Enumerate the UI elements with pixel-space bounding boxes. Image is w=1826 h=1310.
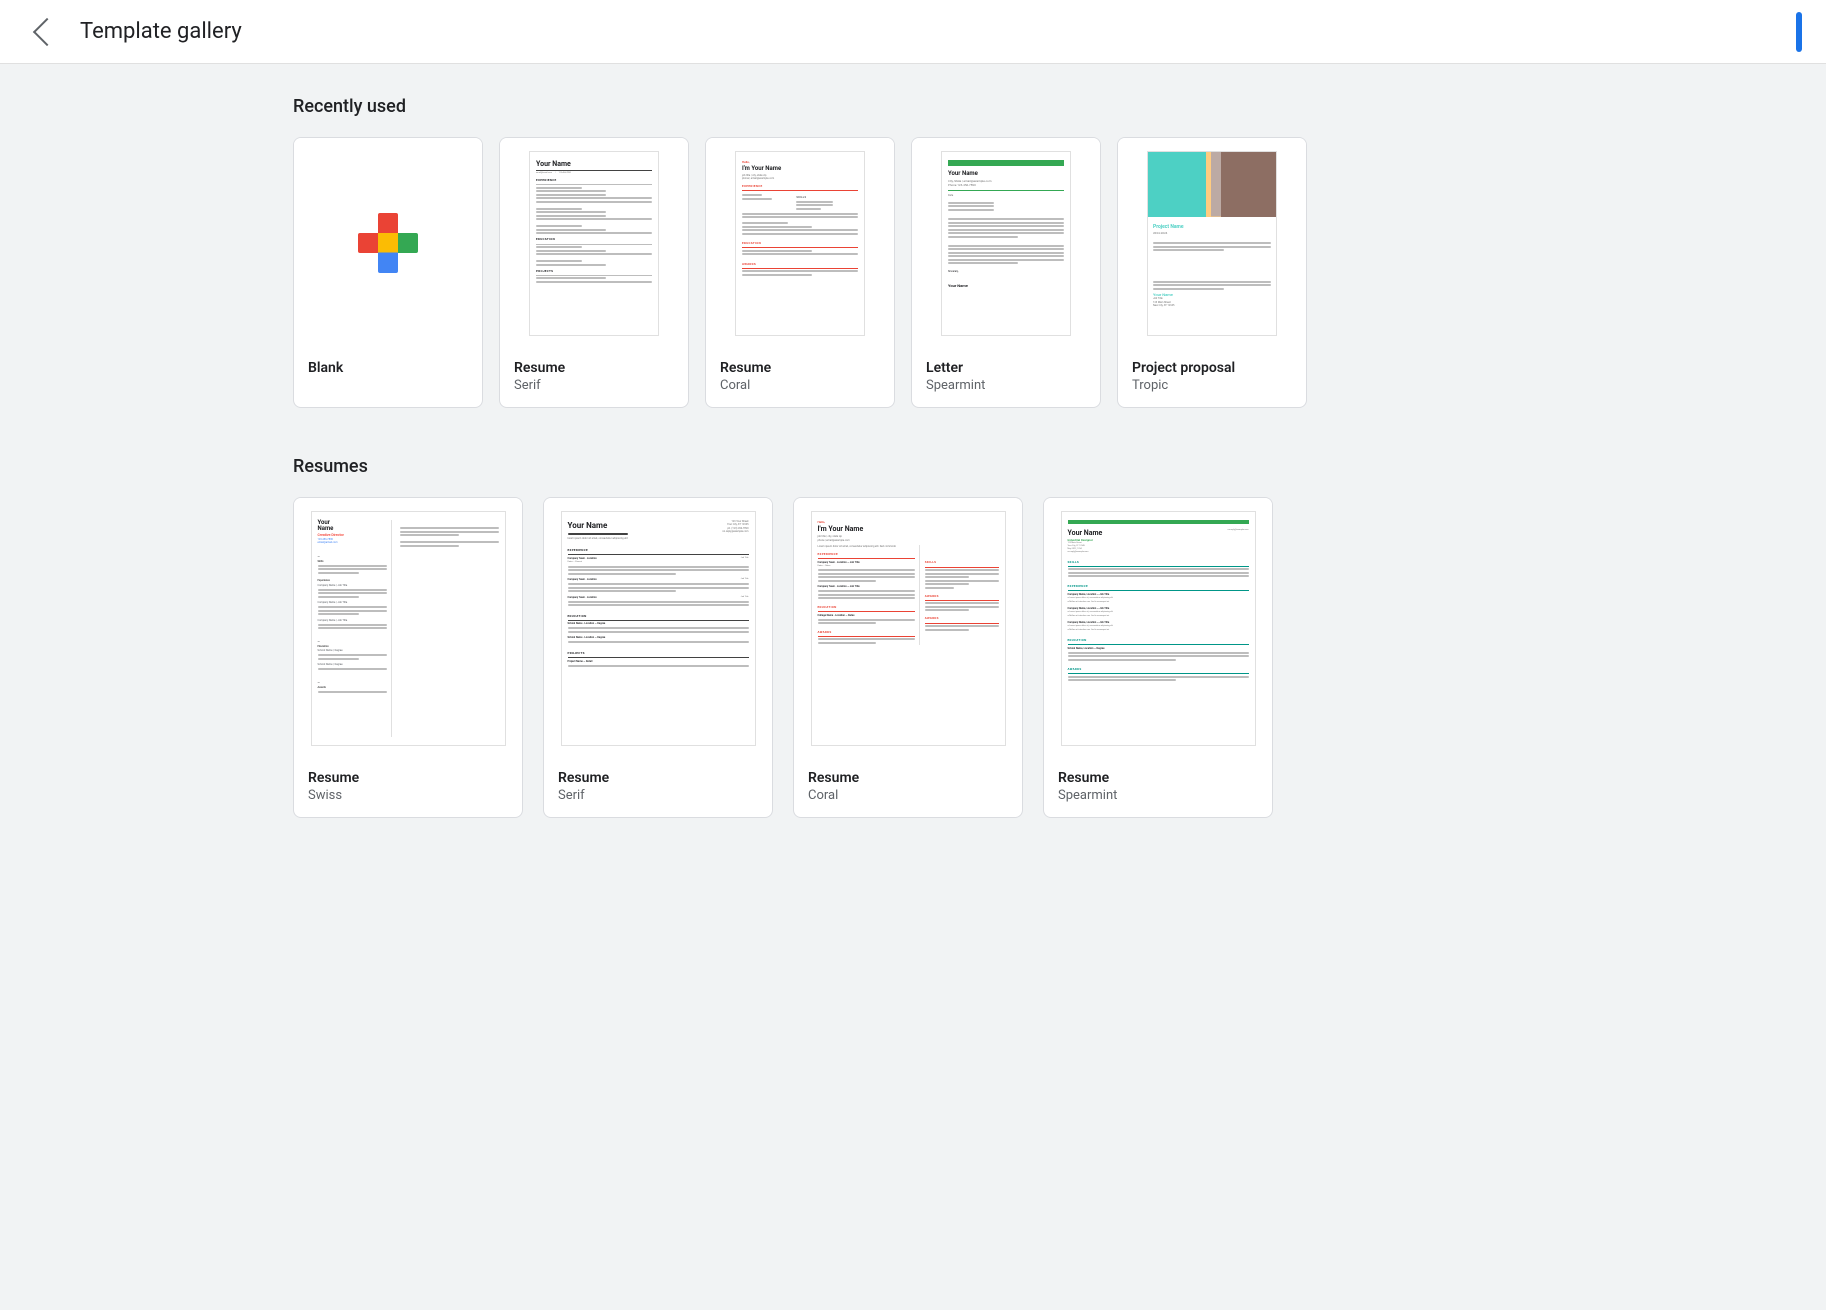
template-letter-spearmint-label: Letter Spearmint — [912, 348, 1100, 407]
template-project-tropic-preview: Project Name 2024-2024 — [1118, 138, 1306, 348]
coral2-doc: Hello, I'm Your Name job title | city, s… — [811, 511, 1006, 746]
template-resume-serif[interactable]: Your Name email@email.com|123-456-7890 E… — [499, 137, 689, 408]
coral-exp-head: Experience — [742, 184, 858, 188]
swiss-label-sub: Swiss — [308, 788, 508, 803]
template-blank-name: Blank — [308, 360, 468, 376]
template-project-tropic[interactable]: Project Name 2024-2024 — [1117, 137, 1307, 408]
tropic-shape-brown — [1221, 152, 1276, 217]
back-arrow-icon — [33, 17, 61, 45]
resume-serif-name: Your Name — [536, 160, 652, 168]
google-plus-icon — [358, 213, 418, 273]
serif-divider — [536, 170, 652, 171]
page-title: Template gallery — [80, 19, 242, 44]
tropic-bg — [1148, 152, 1276, 217]
resumes-grid: YourName Creative Director 123-456-7890e… — [293, 497, 1533, 818]
tropic-project-name: Project Name — [1153, 224, 1271, 231]
project-tropic-doc: Project Name 2024-2024 — [1147, 151, 1277, 336]
coral2-name: I'm Your Name — [818, 525, 999, 535]
app-header: Template gallery — [0, 0, 1826, 64]
serif2-label-name: Resume — [558, 770, 758, 786]
spear-line — [948, 190, 1064, 191]
template-blank-preview — [294, 138, 482, 348]
serif2-doc: Your Name lorem ipsum dolor sit amet, co… — [561, 511, 756, 746]
template-resume-coral-2-preview: Hello, I'm Your Name job title | city, s… — [794, 498, 1022, 758]
letter-spearmint-doc: Your Name City, State | email@example.co… — [941, 151, 1071, 336]
resume-serif-label-name: Resume — [514, 360, 674, 376]
blank-icon-container — [294, 138, 482, 348]
template-resume-serif-2[interactable]: Your Name lorem ipsum dolor sit amet, co… — [543, 497, 773, 818]
spear-addr: City, State | email@example.comPhone 123… — [948, 179, 1064, 187]
swiss-doc: YourName Creative Director 123-456-7890e… — [311, 511, 506, 746]
swiss-label-name: Resume — [308, 770, 508, 786]
serif-edu-head: EDUCATION — [536, 237, 652, 241]
template-resume-spearmint[interactable]: Your Name Industrial Designer 123 Main S… — [1043, 497, 1273, 818]
coral-label-name: Resume — [720, 360, 880, 376]
template-resume-serif-preview: Your Name email@email.com|123-456-7890 E… — [500, 138, 688, 348]
template-resume-coral-preview: Hello, I'm Your Name job title | city, s… — [706, 138, 894, 348]
resumes-section-title: Resumes — [293, 456, 1533, 477]
spearmint-label-sub: Spearmint — [1058, 788, 1258, 803]
spear-bar — [948, 160, 1064, 166]
main-content: Recently used Blank — [213, 64, 1613, 850]
letter-spearmint-label-name: Letter — [926, 360, 1086, 376]
coral2-label-name: Resume — [808, 770, 1008, 786]
project-tropic-label-name: Project proposal — [1132, 360, 1292, 376]
template-letter-spearmint-preview: Your Name City, State | email@example.co… — [912, 138, 1100, 348]
template-resume-coral-2[interactable]: Hello, I'm Your Name job title | city, s… — [793, 497, 1023, 818]
spear-resume-name: Your Name — [1068, 529, 1103, 539]
coral-hello: Hello, — [742, 160, 858, 164]
spearmint-doc: Your Name Industrial Designer 123 Main S… — [1061, 511, 1256, 746]
resume-serif-label-sub: Serif — [514, 378, 674, 393]
template-blank[interactable]: Blank — [293, 137, 483, 408]
serif-proj-head: PROJECTS — [536, 269, 652, 273]
template-resume-serif-label: Resume Serif — [500, 348, 688, 407]
template-resume-coral[interactable]: Hello, I'm Your Name job title | city, s… — [705, 137, 895, 408]
resume-serif-doc: Your Name email@email.com|123-456-7890 E… — [529, 151, 659, 336]
template-letter-spearmint[interactable]: Your Name City, State | email@example.co… — [911, 137, 1101, 408]
template-resume-serif-2-preview: Your Name lorem ipsum dolor sit amet, co… — [544, 498, 772, 758]
serif-exp-head: EXPERIENCE — [536, 178, 652, 182]
plus-vertical — [378, 213, 398, 273]
header-accent — [1796, 12, 1802, 52]
spearmint-bar — [1068, 520, 1249, 524]
template-resume-spearmint-label: Resume Spearmint — [1044, 758, 1272, 817]
serif2-name: Your Name — [568, 520, 628, 531]
spear-date: Date — [948, 194, 1064, 198]
swiss-name: YourName — [318, 520, 387, 533]
serif2-label-sub: Serif — [558, 788, 758, 803]
coral-contact: job title | city, state zipphone | email… — [742, 174, 858, 181]
recently-used-section: Recently used Blank — [293, 96, 1533, 408]
resume-coral-doc: Hello, I'm Your Name job title | city, s… — [735, 151, 865, 336]
recently-used-grid: Blank Your Name email@email.com|123-456-… — [293, 137, 1533, 408]
serif-divider2 — [536, 184, 652, 185]
template-resume-coral-label: Resume Coral — [706, 348, 894, 407]
spear-closing: Sincerely, — [948, 270, 1064, 274]
spear-name: Your Name — [948, 170, 1064, 178]
resumes-section: Resumes YourName Creative Director 123-4… — [293, 456, 1533, 818]
project-tropic-label-sub: Tropic — [1132, 378, 1292, 393]
template-resume-serif-2-label: Resume Serif — [544, 758, 772, 817]
recently-used-title: Recently used — [293, 96, 1533, 117]
tropic-info — [1153, 281, 1271, 290]
back-button[interactable] — [24, 12, 64, 52]
tropic-header — [1148, 152, 1276, 217]
template-project-tropic-label: Project proposal Tropic — [1118, 348, 1306, 407]
coral-name: I'm Your Name — [742, 165, 858, 172]
template-resume-swiss[interactable]: YourName Creative Director 123-456-7890e… — [293, 497, 523, 818]
letter-spearmint-label-sub: Spearmint — [926, 378, 1086, 393]
template-blank-label: Blank — [294, 348, 482, 390]
template-resume-spearmint-preview: Your Name Industrial Designer 123 Main S… — [1044, 498, 1272, 758]
template-resume-swiss-preview: YourName Creative Director 123-456-7890e… — [294, 498, 522, 758]
tropic-content: Project Name 2024-2024 — [1148, 217, 1276, 312]
spear-recipient — [948, 202, 1064, 211]
coral2-label-sub: Coral — [808, 788, 1008, 803]
spearmint-label-name: Resume — [1058, 770, 1258, 786]
coral-label-sub: Coral — [720, 378, 880, 393]
template-resume-coral-2-label: Resume Coral — [794, 758, 1022, 817]
template-resume-swiss-label: Resume Swiss — [294, 758, 522, 817]
